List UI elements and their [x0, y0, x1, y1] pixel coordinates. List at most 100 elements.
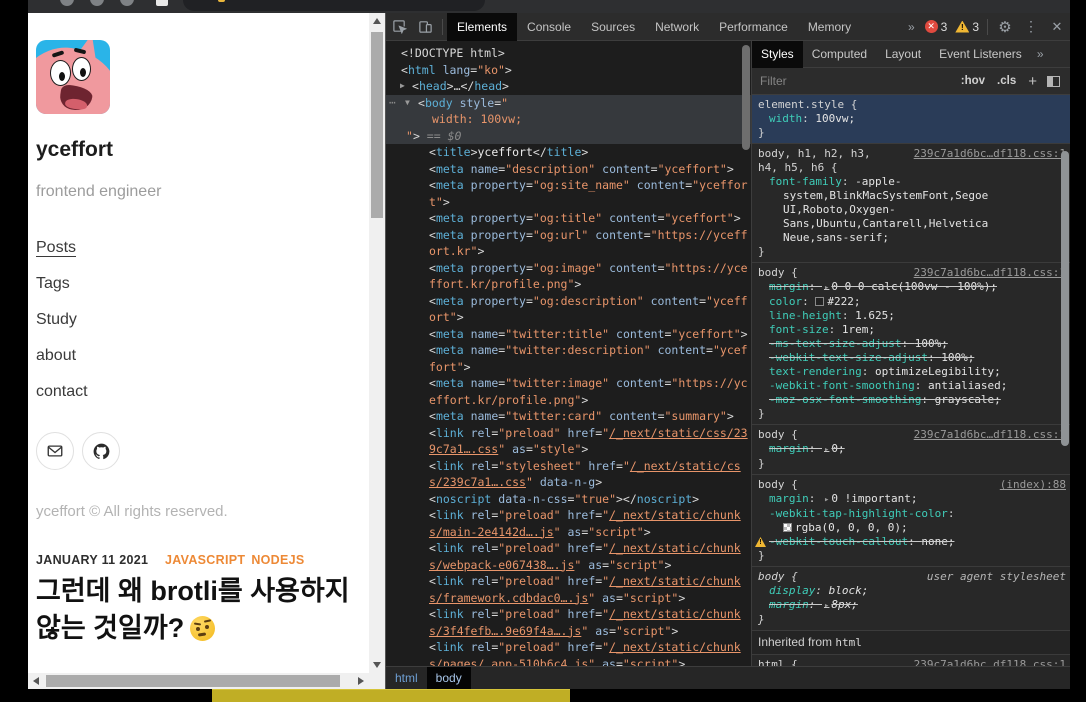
elements-tree-node[interactable]: <!DOCTYPE html>	[386, 45, 741, 62]
nav-item-about[interactable]: about	[36, 347, 88, 363]
css-selector[interactable]: 239c7a1d6bc…df118.css:1body, h1, h2, h3,	[752, 147, 1066, 161]
elements-tree-node[interactable]: <meta property="og:description" content=…	[386, 293, 741, 310]
css-selector[interactable]: 239c7a1d6bc…df118.css:1body {	[752, 266, 1066, 280]
refresh-icon[interactable]	[120, 0, 134, 6]
css-rule[interactable]: 239c7a1d6bc…df118.css:1body {margin: ▸0;…	[752, 425, 1070, 475]
css-property[interactable]: width: 100vw;	[752, 112, 1066, 126]
css-rule[interactable]: 239c7a1d6bc…df118.css:1html {	[752, 655, 1070, 666]
color-swatch[interactable]	[783, 523, 792, 532]
device-toolbar-icon[interactable]	[412, 13, 438, 41]
css-property-continuation[interactable]: UI,Roboto,Oxygen-	[752, 203, 1066, 217]
expand-value-arrow-icon[interactable]: ▸	[824, 601, 829, 611]
elements-tree-node[interactable]: <noscript data-n-css="true"></noscript>	[386, 491, 741, 508]
css-property[interactable]: -webkit-text-size-adjust: 100%;	[752, 351, 1066, 365]
css-rule[interactable]: 239c7a1d6bc…df118.css:1body {margin: ▸0 …	[752, 263, 1070, 425]
elements-tree-node[interactable]: 9c7a1….css" as="style">	[386, 441, 741, 458]
extension-icon[interactable]	[156, 0, 168, 6]
nav-item-study[interactable]: Study	[36, 311, 88, 327]
css-rule[interactable]: (index):88body {margin: ▸0 !important;-w…	[752, 475, 1070, 567]
post-tag[interactable]: JAVASCRIPT	[165, 553, 245, 567]
pseudo-state-toggle[interactable]: :hov	[961, 75, 985, 87]
elements-tree-node[interactable]: width: 100vw;	[386, 111, 751, 128]
color-swatch[interactable]	[815, 297, 824, 306]
css-property[interactable]: text-rendering: optimizeLegibility;	[752, 365, 1066, 379]
css-property-continuation[interactable]: system,BlinkMacSystemFont,Segoe	[752, 189, 1066, 203]
scroll-left-arrow[interactable]	[33, 677, 39, 685]
styles-tab-styles[interactable]: Styles	[752, 41, 803, 68]
settings-gear-icon[interactable]: ⚙	[992, 13, 1018, 41]
elements-tree-node[interactable]: <html lang="ko">	[386, 62, 741, 79]
styles-tab-layout[interactable]: Layout	[876, 41, 930, 68]
css-property[interactable]: -webkit-tap-highlight-color:	[752, 507, 1066, 521]
css-property-continuation[interactable]: Neue,sans-serif;	[752, 231, 1066, 245]
css-property-continuation[interactable]: Sans,Ubuntu,Cantarell,Helvetica	[752, 217, 1066, 231]
css-selector[interactable]: user agent stylesheetbody {	[752, 570, 1066, 584]
tab-sources[interactable]: Sources	[581, 13, 645, 41]
post-tags[interactable]: JAVASCRIPTNODEJS	[165, 553, 311, 567]
scroll-down-arrow[interactable]	[373, 662, 381, 668]
css-property[interactable]: margin: ▸0 0 0 calc(100vw - 100%);	[752, 280, 1066, 295]
css-rule[interactable]: element.style {width: 100vw;}	[752, 95, 1070, 144]
scrollbar-thumb[interactable]	[46, 675, 340, 687]
elements-tree-node[interactable]: <meta name="twitter:card" content="summa…	[386, 408, 741, 425]
tab-console[interactable]: Console	[517, 13, 581, 41]
tab-elements[interactable]: Elements	[447, 13, 517, 41]
css-property[interactable]: font-size: 1rem;	[752, 323, 1066, 337]
elements-tree-node[interactable]: ort">	[386, 309, 741, 326]
elements-tree-node[interactable]: "> == $0	[386, 128, 751, 145]
elements-tree-node[interactable]: s/3f4fefb….9e69f4a….js" as="script">	[386, 623, 741, 640]
close-devtools-icon[interactable]: ✕	[1044, 13, 1070, 41]
breadcrumb-item-html[interactable]: html	[386, 667, 427, 690]
css-rule[interactable]: 239c7a1d6bc…df118.css:1body, h1, h2, h3,…	[752, 144, 1070, 263]
elements-tree-node[interactable]: <meta property="og:site_name" content="y…	[386, 177, 741, 194]
css-property[interactable]: margin: ▸8px;	[752, 598, 1066, 613]
css-property[interactable]: !-webkit-touch-callout: none;	[752, 535, 1066, 549]
css-property[interactable]: line-height: 1.625;	[752, 309, 1066, 323]
elements-tree-node[interactable]: <link rel="preload" href="/_next/static/…	[386, 425, 741, 442]
styles-tab-event-listeners[interactable]: Event Listeners	[930, 41, 1031, 68]
tab-memory[interactable]: Memory	[798, 13, 861, 41]
elements-tree-node[interactable]: <meta property="og:title" content="yceff…	[386, 210, 741, 227]
stylesheet-link[interactable]: (index):88	[1000, 478, 1066, 492]
expand-value-arrow-icon[interactable]: ▸	[824, 283, 829, 293]
elements-tree-node[interactable]: <link rel="preload" href="/_next/static/…	[386, 573, 741, 590]
css-property[interactable]: -ms-text-size-adjust: 100%;	[752, 337, 1066, 351]
elements-tree-node[interactable]: t">	[386, 194, 741, 211]
tab-performance[interactable]: Performance	[709, 13, 798, 41]
css-rule[interactable]: user agent stylesheetbody {display: bloc…	[752, 567, 1070, 631]
breadcrumb-item-body[interactable]: body	[427, 667, 471, 690]
scroll-right-arrow[interactable]	[358, 677, 364, 685]
expand-value-arrow-icon[interactable]: ▸	[824, 495, 829, 505]
elements-tree-node[interactable]: ⋯▼<body style="	[386, 95, 751, 112]
elements-tree-node[interactable]: s/main-2e4142d….js" as="script">	[386, 524, 741, 541]
page-vertical-scrollbar[interactable]	[369, 13, 385, 673]
elements-tree-node[interactable]: <link rel="preload" href="/_next/static/…	[386, 639, 741, 656]
css-selector[interactable]: (index):88body {	[752, 478, 1066, 492]
nav-item-contact[interactable]: contact	[36, 383, 88, 399]
warning-badge[interactable]: ! 3	[955, 20, 979, 34]
elements-tree-node[interactable]: ffort.kr/profile.png">	[386, 276, 741, 293]
inspect-element-icon[interactable]	[386, 13, 412, 41]
collapse-arrow-icon[interactable]: ▶	[400, 78, 405, 95]
nav-item-tags[interactable]: Tags	[36, 275, 88, 291]
css-property[interactable]: font-family: -apple-	[752, 175, 1066, 189]
address-bar[interactable]	[183, 0, 485, 11]
elements-tree-node[interactable]: <link rel="preload" href="/_next/static/…	[386, 507, 741, 524]
styles-more-tabs-icon[interactable]: »	[1031, 47, 1050, 61]
elements-tree-node[interactable]: s/webpack-e067438….js" as="script">	[386, 557, 741, 574]
github-link[interactable]	[82, 432, 120, 470]
elements-tree-node[interactable]: <link rel="preload" href="/_next/static/…	[386, 606, 741, 623]
elements-tree-node[interactable]: <meta name="description" content="yceffo…	[386, 161, 741, 178]
new-style-rule-icon[interactable]: +	[1028, 73, 1037, 90]
css-property[interactable]: -webkit-font-smoothing: antialiased;	[752, 379, 1066, 393]
kebab-menu-icon[interactable]: ⋮	[1018, 13, 1044, 41]
post-title[interactable]: 그런데 왜 brotli를 사용하지 않는 것일까?	[36, 573, 350, 647]
styles-tab-computed[interactable]: Computed	[803, 41, 876, 68]
elements-tree-node[interactable]: s/framework.cdbdac0….js" as="script">	[386, 590, 741, 607]
toggle-sidebar-icon[interactable]	[1047, 76, 1060, 87]
email-link[interactable]	[36, 432, 74, 470]
css-property[interactable]: margin: ▸0 !important;	[752, 492, 1066, 507]
nav-item-posts[interactable]: Posts	[36, 239, 88, 255]
more-tabs-icon[interactable]: »	[902, 20, 921, 34]
css-selector[interactable]: element.style {	[752, 98, 1066, 112]
